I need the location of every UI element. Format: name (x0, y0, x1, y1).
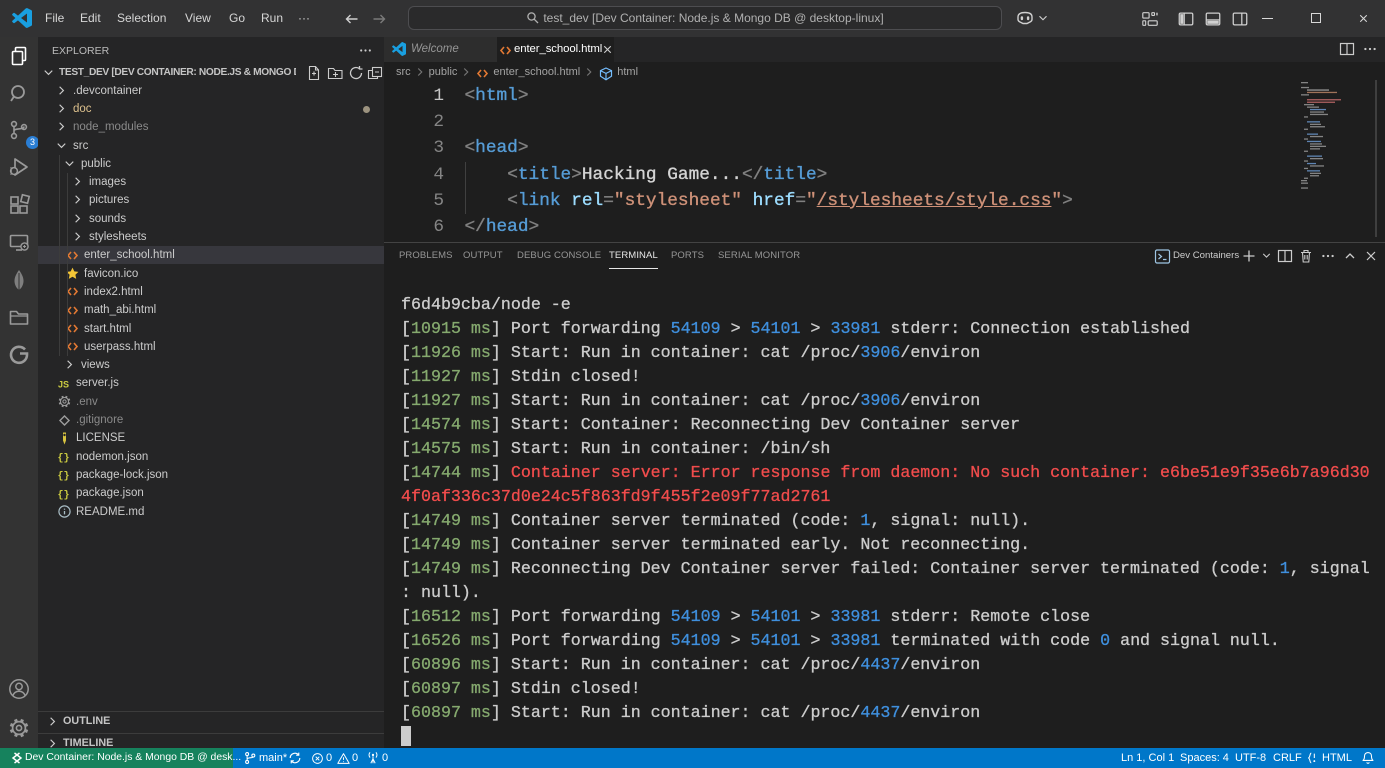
svg-text:JS: JS (58, 379, 69, 389)
svg-text:{}: {} (58, 471, 70, 483)
svg-text:{}: {} (58, 489, 70, 501)
svg-text:{}: {} (58, 453, 70, 465)
